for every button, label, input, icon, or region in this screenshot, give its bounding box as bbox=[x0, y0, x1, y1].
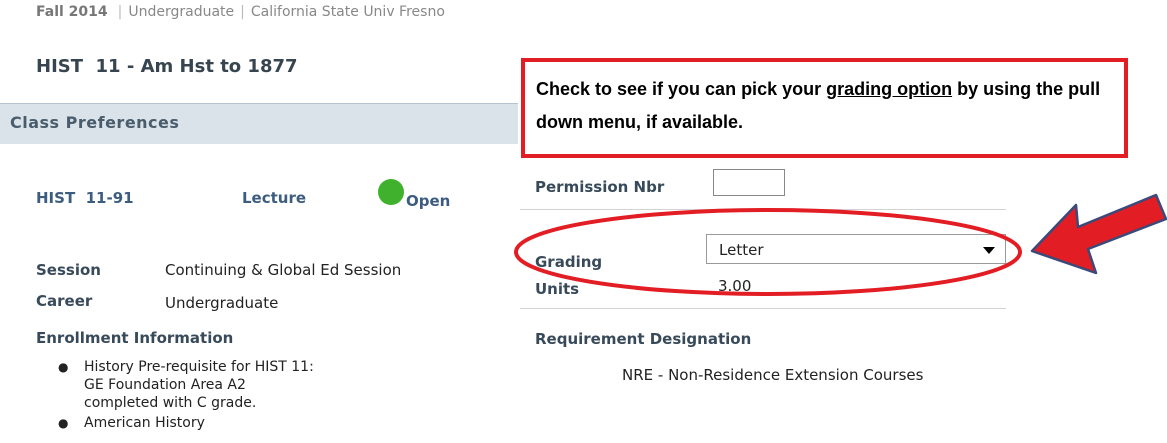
section-link[interactable]: HIST 11-91 bbox=[36, 189, 134, 207]
permission-label: Permission Nbr bbox=[535, 178, 665, 196]
divider bbox=[520, 308, 1006, 309]
session-value: Continuing & Global Ed Session bbox=[165, 261, 402, 279]
highlight-ellipse bbox=[514, 208, 1022, 296]
enrollment-info-label: Enrollment Information bbox=[36, 329, 234, 347]
annotation-arrow-icon bbox=[1030, 193, 1167, 275]
annotation-emphasis: grading option bbox=[826, 79, 953, 99]
term-career: Undergraduate bbox=[128, 4, 235, 20]
career-label: Career bbox=[36, 292, 93, 310]
list-item: History Pre-requisite for HIST 11: GE Fo… bbox=[58, 358, 324, 412]
status-text: Open bbox=[406, 192, 451, 210]
list-item: American History bbox=[58, 414, 324, 432]
session-label: Session bbox=[36, 261, 101, 279]
term-bar: Fall 2014 | Undergraduate | California State… bbox=[36, 4, 445, 20]
term-name: Fall 2014 bbox=[36, 4, 108, 20]
requirement-value: NRE - Non-Residence Extension Courses bbox=[622, 366, 924, 384]
permission-number-input[interactable] bbox=[713, 169, 785, 196]
preferences-header: Class Preferences bbox=[10, 113, 180, 132]
term-institution: California State Univ Fresno bbox=[250, 4, 445, 20]
open-status-icon bbox=[378, 179, 404, 205]
career-value: Undergraduate bbox=[165, 294, 279, 312]
annotation-text: Check to see if you can pick your gradin… bbox=[536, 79, 1101, 132]
course-title: HIST 11 - Am Hst to 1877 bbox=[36, 56, 298, 77]
enrollment-info-list: History Pre-requisite for HIST 11: GE Fo… bbox=[58, 358, 324, 432]
class-component: Lecture bbox=[242, 189, 307, 207]
requirement-label: Requirement Designation bbox=[535, 330, 752, 348]
